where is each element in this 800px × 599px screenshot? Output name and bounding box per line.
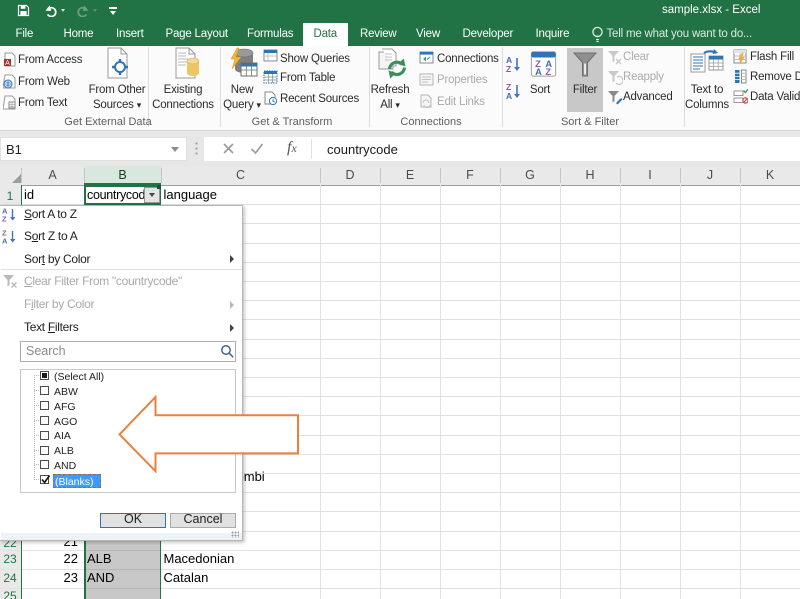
svg-text:Z: Z — [545, 67, 551, 77]
svg-text:A: A — [535, 67, 542, 77]
svg-text:A: A — [5, 60, 10, 67]
svg-text:Z: Z — [506, 64, 511, 74]
svg-text:Z: Z — [2, 215, 7, 224]
svg-text:A: A — [2, 237, 8, 246]
